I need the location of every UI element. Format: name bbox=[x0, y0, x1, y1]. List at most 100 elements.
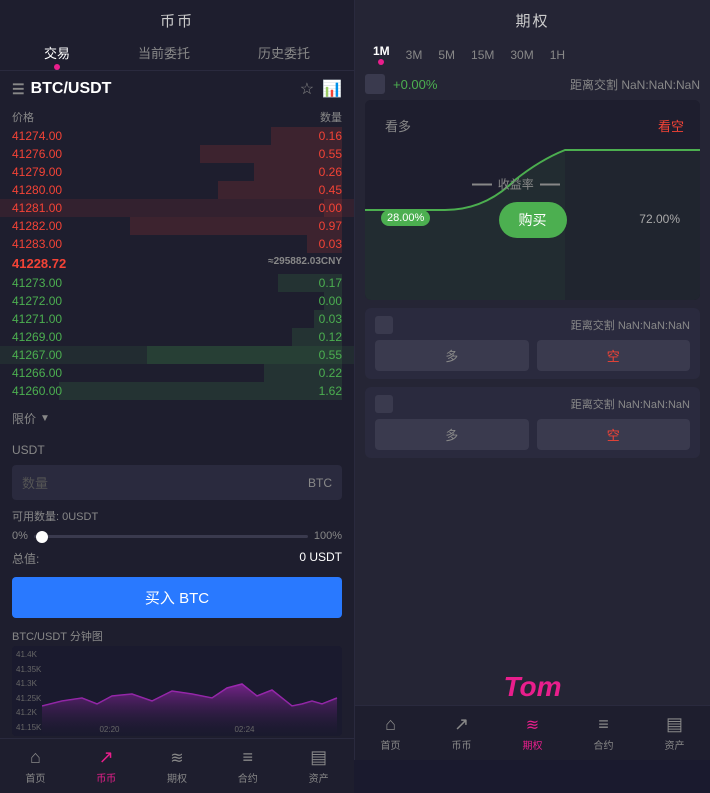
sell-orders: 41274.00 0.16 41276.00 0.55 41279.00 0.2… bbox=[0, 127, 354, 253]
y-label-3: 41.3K bbox=[16, 679, 41, 688]
chart-bullish-label: 看多 bbox=[385, 116, 411, 135]
contract-icon-right: ≡ bbox=[598, 714, 609, 735]
left-panel: 币币 交易 当前委托 历史委托 ☰ BTC/USDT ☆ 📊 价格 数量 412… bbox=[0, 0, 355, 760]
coin-icon-right: ↗ bbox=[454, 714, 469, 735]
sell-order-2: 41276.00 0.55 bbox=[0, 145, 354, 163]
nav-options-right[interactable]: ≋ 期权 bbox=[523, 715, 543, 752]
nav-contract-right[interactable]: ≡ 合约 bbox=[594, 714, 614, 752]
tab-current-orders[interactable]: 当前委托 bbox=[138, 43, 190, 70]
nav-home-right[interactable]: ⌂ 首页 bbox=[381, 714, 401, 752]
sell-order-3: 41279.00 0.26 bbox=[0, 163, 354, 181]
pair-name[interactable]: ☰ BTC/USDT bbox=[12, 80, 111, 98]
nav-home-label-right: 首页 bbox=[381, 737, 401, 752]
chart-yield-label: 收益率 bbox=[472, 176, 560, 193]
menu-icon: ☰ bbox=[12, 81, 25, 98]
slider-thumb[interactable] bbox=[36, 531, 48, 543]
card1-bear-button[interactable]: 空 bbox=[537, 340, 691, 371]
card1-bull-button[interactable]: 多 bbox=[375, 340, 529, 371]
card2-btn-row: 多 空 bbox=[375, 419, 690, 450]
assets-icon-left: ▤ bbox=[310, 747, 327, 768]
nav-coin-label-left: 币币 bbox=[96, 770, 116, 785]
chart-title: BTC/USDT 分钟图 bbox=[12, 628, 342, 644]
order-type-label: 限价 bbox=[12, 410, 36, 427]
qty-placeholder: 数量 bbox=[22, 473, 308, 492]
chart-bearish-label: 看空 bbox=[658, 116, 684, 135]
card2-bull-button[interactable]: 多 bbox=[375, 419, 529, 450]
buy-order-4: 41269.00 0.12 bbox=[0, 328, 354, 346]
sell-order-7: 41283.00 0.03 bbox=[0, 235, 354, 253]
chart-pct-right: 72.00% bbox=[639, 212, 680, 226]
options-info-row: +0.00% 距离交割 NaN:NaN:NaN bbox=[355, 72, 710, 96]
left-bottom-nav: ⌂ 首页 ↗ 币币 ≋ 期权 ≡ 合约 ▤ 资产 bbox=[0, 738, 354, 793]
coin-icon: ↗ bbox=[99, 747, 114, 768]
buy-order-2: 41272.00 0.00 bbox=[0, 292, 354, 310]
card2-bear-button[interactable]: 空 bbox=[537, 419, 691, 450]
available-row: 可用数量: 0USDT bbox=[0, 504, 354, 528]
nav-contract-label-right: 合约 bbox=[594, 737, 614, 752]
nav-coin-right[interactable]: ↗ 币币 bbox=[452, 714, 472, 752]
buy-orders: 41273.00 0.17 41272.00 0.00 41271.00 0.0… bbox=[0, 274, 354, 400]
ob-price-header: 价格 bbox=[12, 109, 34, 125]
tf-1h[interactable]: 1H bbox=[542, 45, 573, 65]
nav-assets-label-left: 资产 bbox=[309, 770, 329, 785]
options-card-2: 距离交割 NaN:NaN:NaN 多 空 bbox=[365, 387, 700, 458]
x-label-1: 02:20 bbox=[99, 725, 119, 734]
buy-order-1: 41273.00 0.17 bbox=[0, 274, 354, 292]
buy-order-3: 41271.00 0.03 bbox=[0, 310, 354, 328]
tf-15m[interactable]: 15M bbox=[463, 45, 502, 65]
chart-x-labels: 02:20 02:24 bbox=[12, 725, 342, 734]
tf-1m[interactable]: 1M bbox=[365, 41, 398, 68]
assets-icon-right: ▤ bbox=[666, 714, 683, 735]
nav-coin-label-right: 币币 bbox=[452, 737, 472, 752]
tf-5m[interactable]: 5M bbox=[430, 45, 463, 65]
nav-assets-left[interactable]: ▤ 资产 bbox=[309, 747, 329, 785]
right-bottom-nav: ⌂ 首页 ↗ 币币 ≋ 期权 ≡ 合约 ▤ 资产 bbox=[355, 705, 710, 760]
tom-section: Tom bbox=[355, 667, 710, 705]
tf-3m[interactable]: 3M bbox=[398, 45, 431, 65]
pair-label: BTC/USDT bbox=[31, 80, 112, 98]
pair-icons: ☆ 📊 bbox=[300, 79, 342, 99]
order-type-row: 限价 ▼ bbox=[0, 406, 354, 431]
nav-coin-left[interactable]: ↗ 币币 bbox=[96, 747, 116, 785]
yield-text: 收益率 bbox=[498, 176, 534, 193]
buy-order-7: 41260.00 1.62 bbox=[0, 382, 354, 400]
yield-dash-left bbox=[472, 183, 492, 185]
confirm-buy-button[interactable]: 买入 BTC bbox=[12, 577, 342, 618]
nav-contract-left[interactable]: ≡ 合约 bbox=[238, 747, 258, 785]
ob-header: 价格 数量 bbox=[0, 107, 354, 127]
chart-section: BTC/USDT 分钟图 41.4K 41.35K 41.3K 41.25K 4… bbox=[0, 626, 354, 738]
home-icon-right: ⌂ bbox=[385, 714, 396, 735]
timeframe-row: 1M 3M 5M 15M 30M 1H bbox=[355, 37, 710, 72]
yield-dash-right bbox=[540, 183, 560, 185]
nav-options-left[interactable]: ≋ 期权 bbox=[167, 748, 187, 785]
tab-trade[interactable]: 交易 bbox=[44, 43, 70, 70]
nav-home-left[interactable]: ⌂ 首页 bbox=[25, 747, 45, 785]
total-label: 总值: bbox=[12, 550, 39, 567]
sell-order-4: 41280.00 0.45 bbox=[0, 181, 354, 199]
distance-label: 距离交割 bbox=[570, 78, 618, 92]
options-buy-button[interactable]: 购买 bbox=[499, 202, 567, 238]
mid-price: 41228.72 bbox=[12, 256, 66, 271]
qty-input-row[interactable]: 数量 BTC bbox=[12, 465, 342, 500]
pair-row: ☰ BTC/USDT ☆ 📊 bbox=[0, 71, 354, 107]
tab-history-orders[interactable]: 历史委托 bbox=[258, 43, 310, 70]
chart-icon[interactable]: 📊 bbox=[322, 79, 342, 99]
total-row: 总值: 0 USDT bbox=[0, 548, 354, 573]
star-icon[interactable]: ☆ bbox=[300, 79, 314, 99]
card1-top-row: 距离交割 NaN:NaN:NaN bbox=[375, 316, 690, 334]
usdt-label: USDT bbox=[0, 439, 354, 461]
left-header: 币币 bbox=[0, 0, 354, 37]
contract-icon-left: ≡ bbox=[243, 747, 254, 768]
x-label-2: 02:24 bbox=[234, 725, 254, 734]
options-icon-left: ≋ bbox=[170, 748, 183, 768]
ob-qty-header: 数量 bbox=[320, 109, 342, 125]
nav-assets-right[interactable]: ▤ 资产 bbox=[665, 714, 685, 752]
y-label-1: 41.4K bbox=[16, 650, 41, 659]
slider-track[interactable] bbox=[34, 535, 308, 538]
y-label-4: 41.25K bbox=[16, 694, 41, 703]
tf-30m[interactable]: 30M bbox=[502, 45, 541, 65]
options-chart: 看多 看空 收益率 28.00% 72.00% 购买 bbox=[365, 100, 700, 300]
y-label-2: 41.35K bbox=[16, 665, 41, 674]
slider-max-label: 100% bbox=[314, 530, 342, 542]
y-label-5: 41.2K bbox=[16, 708, 41, 717]
